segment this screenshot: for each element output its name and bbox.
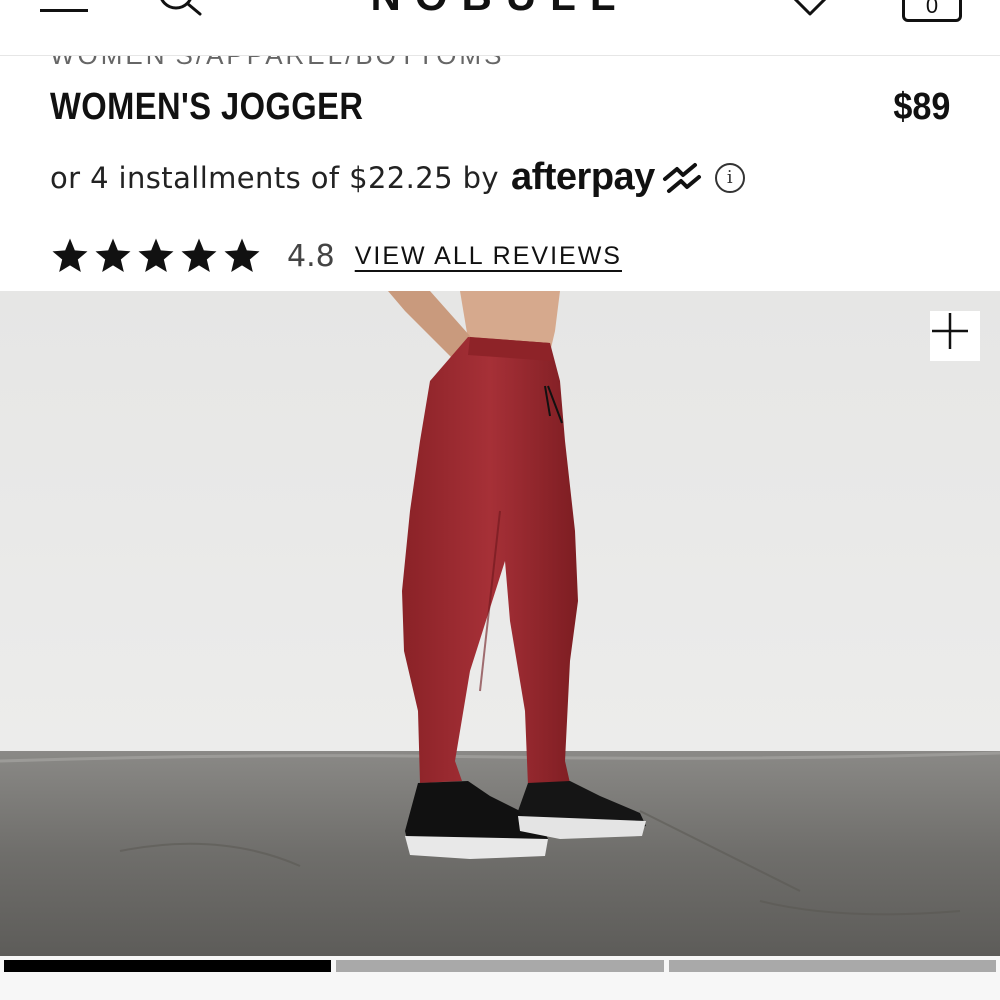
afterpay-wordmark: afterpay xyxy=(510,156,655,198)
afterpay-logo: afterpay xyxy=(511,156,705,199)
brand-logo[interactable]: NOBULL xyxy=(0,0,1000,20)
carousel-indicator-2[interactable] xyxy=(336,960,664,972)
site-header: NOBULL 0 xyxy=(0,0,1000,56)
afterpay-arrows-icon xyxy=(662,162,701,193)
carousel-indicator-1[interactable] xyxy=(4,960,332,972)
product-price: $89 xyxy=(892,86,950,128)
heart-icon xyxy=(793,0,827,16)
rating-value: 4.8 xyxy=(287,238,335,274)
afterpay-installments: or 4 installments of $22.25 by afterpay … xyxy=(50,156,745,199)
star-rating xyxy=(50,236,265,276)
view-all-reviews-link[interactable]: VIEW ALL REVIEWS xyxy=(355,242,622,271)
zoom-button[interactable] xyxy=(930,311,980,361)
carousel-indicators xyxy=(0,956,1000,1000)
star-icon xyxy=(95,238,131,272)
star-icon xyxy=(224,238,260,272)
star-icon xyxy=(181,238,217,272)
cart-count: 0 xyxy=(925,0,939,18)
wishlist-button[interactable] xyxy=(782,0,838,18)
rating-row: 4.8 VIEW ALL REVIEWS xyxy=(50,236,622,276)
carousel-indicator-3[interactable] xyxy=(668,960,996,972)
plus-icon xyxy=(932,313,968,349)
product-title: WOMEN'S JOGGER xyxy=(50,86,364,128)
product-image-gallery[interactable] xyxy=(0,291,1000,956)
product-photo xyxy=(0,291,1000,956)
info-icon[interactable]: i xyxy=(714,162,745,193)
star-icon xyxy=(138,238,174,272)
star-icon xyxy=(52,238,88,272)
cart-button[interactable]: 0 xyxy=(902,0,962,22)
installments-text: or 4 installments of $22.25 by xyxy=(50,160,499,195)
